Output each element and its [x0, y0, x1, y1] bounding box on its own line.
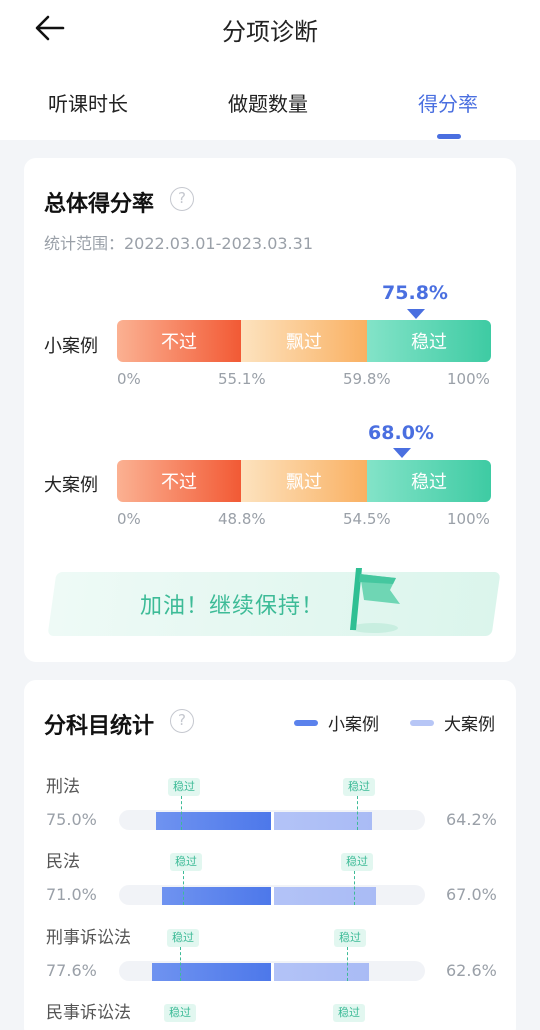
subject-big-value: 67.0% [446, 885, 497, 904]
subject-row: 民法 稳过 稳过 71.0% 67.0% [24, 847, 516, 922]
bar-big-case [274, 963, 369, 981]
tick-label: 48.8% [218, 510, 266, 528]
row-label-small-case: 小案例 [44, 336, 98, 357]
subject-name: 刑事诉讼法 [46, 928, 131, 948]
subject-big-value: 64.2% [446, 810, 497, 829]
badge-steady: 稳过 [167, 929, 199, 947]
segment-fail: 不过 [117, 460, 241, 502]
score-big-case: 68.0% [368, 422, 434, 444]
tab-question-count[interactable]: 做题数量 [228, 88, 308, 117]
subject-small-value: 75.0% [46, 810, 97, 829]
legend-swatch-small [294, 719, 318, 726]
badge-steady: 稳过 [341, 853, 373, 871]
segment-steady: 稳过 [367, 460, 491, 502]
score-small-case: 75.8% [382, 282, 448, 304]
badge-steady: 稳过 [168, 778, 200, 796]
badge-steady: 稳过 [343, 778, 375, 796]
subject-row: 民事诉讼法 稳过 稳过 [24, 998, 516, 1030]
badge-steady: 稳过 [333, 1004, 365, 1022]
help-icon[interactable]: ? [170, 187, 194, 211]
tab-study-time[interactable]: 听课时长 [48, 88, 128, 117]
stat-range: 统计范围：2022.03.01-2023.03.31 [44, 234, 313, 253]
bar-big-case [274, 887, 376, 905]
top-bar: 分项诊断 听课时长 做题数量 得分率 [0, 0, 540, 140]
threshold-line [183, 871, 184, 905]
segment-pass: 飘过 [241, 460, 367, 502]
ticks-small-case: 0% 55.1% 59.8% 100% [117, 370, 491, 390]
subject-name: 刑法 [46, 777, 80, 797]
legend-small-case: 小案例 [294, 710, 379, 735]
subject-small-value: 77.6% [46, 961, 97, 980]
legend-swatch-big [410, 719, 434, 726]
legend-big-case: 大案例 [410, 710, 495, 735]
center-divider [271, 812, 274, 830]
tick-label: 100% [447, 510, 490, 528]
tick-label: 54.5% [343, 510, 391, 528]
legend-label-small: 小案例 [328, 715, 379, 735]
tick-label: 59.8% [343, 370, 391, 388]
threshold-line [354, 871, 355, 905]
center-divider [271, 887, 274, 905]
threshold-line [181, 796, 182, 830]
tab-active-indicator [437, 134, 461, 139]
page-title: 分项诊断 [222, 18, 318, 46]
subject-big-value: 62.6% [446, 961, 497, 980]
tab-score-rate[interactable]: 得分率 [418, 88, 478, 117]
subjects-title: 分科目统计 [44, 714, 155, 739]
subject-row: 刑事诉讼法 稳过 稳过 77.6% 62.6% [24, 923, 516, 998]
tick-label: 100% [447, 370, 490, 388]
tick-label: 55.1% [218, 370, 266, 388]
bar-small-case [152, 963, 271, 981]
badge-steady: 稳过 [170, 853, 202, 871]
tick-label: 0% [117, 370, 141, 388]
tab-bar: 听课时长 做题数量 得分率 [0, 88, 540, 140]
cheer-banner: 加油！继续保持！ [44, 568, 501, 636]
score-bar-big-case: 不过 飘过 稳过 [117, 460, 491, 502]
row-label-big-case: 大案例 [44, 475, 98, 496]
bar-small-case [156, 812, 271, 830]
threshold-line [180, 947, 181, 981]
badge-steady: 稳过 [164, 1004, 196, 1022]
flag-icon [350, 568, 400, 633]
tick-label: 0% [117, 510, 141, 528]
score-marker-small [407, 309, 425, 319]
legend-label-big: 大案例 [444, 715, 495, 735]
subject-name: 民事诉讼法 [46, 1003, 131, 1023]
overall-score-card: 总体得分率 ? 统计范围：2022.03.01-2023.03.31 75.8%… [24, 158, 516, 662]
subject-row: 刑法 稳过 稳过 75.0% 64.2% [24, 772, 516, 847]
segment-pass: 飘过 [241, 320, 367, 362]
subject-name: 民法 [46, 852, 80, 872]
threshold-line [347, 947, 348, 981]
help-icon[interactable]: ? [170, 709, 194, 733]
score-marker-big [393, 448, 411, 458]
overall-title: 总体得分率 [44, 192, 155, 217]
ticks-big-case: 0% 48.8% 54.5% 100% [117, 510, 491, 530]
cheer-text: 加油！继续保持！ [140, 594, 325, 619]
bar-small-case [162, 887, 271, 905]
segment-fail: 不过 [117, 320, 241, 362]
segment-steady: 稳过 [367, 320, 491, 362]
center-divider [271, 963, 274, 981]
badge-steady: 稳过 [334, 929, 366, 947]
threshold-line [357, 796, 358, 830]
subject-stats-card: 分科目统计 ? 小案例 大案例 刑法 稳过 稳过 75.0% 64.2% 民法 … [24, 680, 516, 1030]
score-bar-small-case: 不过 飘过 稳过 [117, 320, 491, 362]
subject-small-value: 71.0% [46, 885, 97, 904]
